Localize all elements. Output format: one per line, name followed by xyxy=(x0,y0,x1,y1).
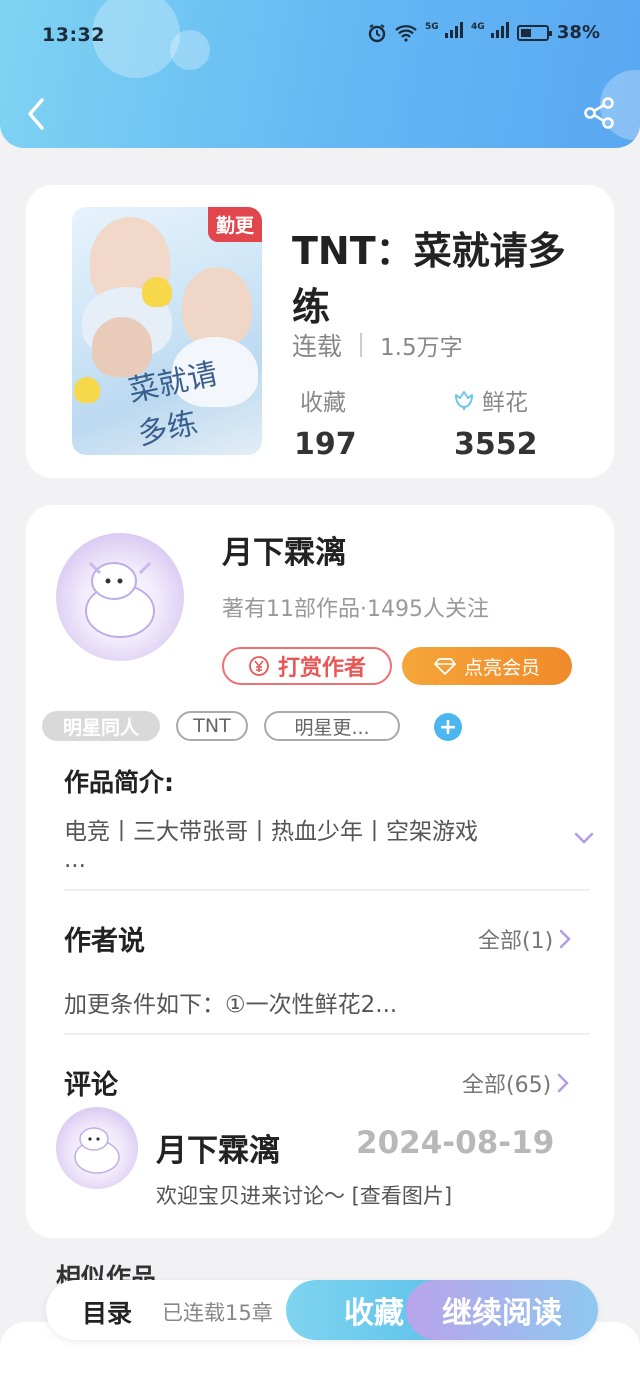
serial-status: 连载 xyxy=(292,332,343,361)
section-divider xyxy=(64,889,590,891)
meta-divider xyxy=(360,333,363,357)
diamond-icon xyxy=(434,658,456,675)
continue-reading-button[interactable]: 继续阅读 xyxy=(406,1280,598,1340)
tag-item[interactable]: 明星同人 xyxy=(42,711,160,741)
author-stats: 著有11部作品·1495人关注 xyxy=(222,597,489,622)
yen-icon xyxy=(249,656,269,676)
pikachu-figure xyxy=(74,377,100,403)
comments-title: 评论 xyxy=(64,1070,118,1101)
book-cover[interactable]: 菜就请 多练 勤更 xyxy=(72,207,262,455)
commenter-avatar[interactable] xyxy=(56,1107,138,1189)
chevron-down-icon[interactable] xyxy=(574,831,594,845)
favorites-count: 197 xyxy=(294,427,357,462)
detail-card: 月下霖漓 著有11部作品·1495人关注 打赏作者 点亮会员 明星同人 TNT … xyxy=(26,505,614,1238)
alarm-icon xyxy=(368,23,386,42)
update-badge: 勤更 xyxy=(207,207,262,242)
chevron-right-icon xyxy=(559,929,571,949)
author-say-all-link[interactable]: 全部(1) xyxy=(478,923,571,955)
flowers-count: 3552 xyxy=(454,427,538,462)
avatar-illustration xyxy=(85,561,155,638)
book-title: TNT：菜就请多练 xyxy=(292,229,566,329)
flower-icon xyxy=(455,391,473,410)
section-divider xyxy=(64,1033,590,1035)
add-tag-button[interactable]: + xyxy=(434,713,462,741)
status-bar: 13:32 5G 4G 38% xyxy=(0,18,640,54)
flowers-label: 鲜花 xyxy=(452,383,528,417)
word-count: 1.5万字 xyxy=(380,335,463,361)
vip-button[interactable]: 点亮会员 xyxy=(402,647,572,685)
avatar-illustration xyxy=(74,1127,120,1174)
signal-5g-icon: 5G xyxy=(425,22,463,43)
author-say-text[interactable]: 加更条件如下：①一次性鲜花2... xyxy=(64,985,397,1019)
signal-4g-icon: 4G xyxy=(471,22,509,43)
chevron-right-icon xyxy=(557,1073,569,1093)
author-avatar[interactable] xyxy=(56,533,184,661)
tip-author-button[interactable]: 打赏作者 xyxy=(222,647,392,685)
tag-item[interactable]: 明星更... xyxy=(264,711,400,741)
toc-button[interactable]: 目录 xyxy=(82,1294,132,1330)
commenter-name[interactable]: 月下霖漓 xyxy=(156,1125,280,1170)
share-icon[interactable] xyxy=(582,96,616,130)
author-name[interactable]: 月下霖漓 xyxy=(222,527,346,572)
battery-percent: 38% xyxy=(556,22,600,43)
battery-icon xyxy=(516,24,552,41)
app-header: 13:32 5G 4G 38% xyxy=(0,0,640,148)
cover-calligraphy: 菜就请 多练 xyxy=(125,356,221,453)
author-say-title: 作者说 xyxy=(64,926,145,957)
book-meta: 连载 1.5万字 xyxy=(292,327,463,363)
back-arrow-icon[interactable] xyxy=(24,96,48,132)
pikachu-figure xyxy=(142,277,172,307)
comment-text[interactable]: 欢迎宝贝进来讨论～ [查看图片] xyxy=(156,1180,452,1210)
wifi-icon xyxy=(395,24,417,42)
status-icons: 5G 4G 38% xyxy=(367,22,600,43)
chapter-count: 已连载15章 xyxy=(162,1301,273,1325)
book-info-card: 菜就请 多练 勤更 TNT：菜就请多练 连载 1.5万字 收藏 197 鲜花 35… xyxy=(26,185,614,478)
status-time: 13:32 xyxy=(42,24,105,46)
favorites-label: 收藏 xyxy=(300,390,346,416)
comment-date: 2024-08-19 xyxy=(356,1125,555,1161)
intro-title: 作品简介: xyxy=(64,768,174,797)
bottom-action-bar: 目录 已连载15章 收藏 继续阅读 xyxy=(46,1280,598,1340)
cover-figure xyxy=(182,267,252,347)
intro-text[interactable]: 电竞丨三大带张哥丨热血少年丨空架游戏 ... xyxy=(64,815,554,872)
comments-all-link[interactable]: 全部(65) xyxy=(462,1067,569,1099)
tag-item[interactable]: TNT xyxy=(176,711,248,741)
